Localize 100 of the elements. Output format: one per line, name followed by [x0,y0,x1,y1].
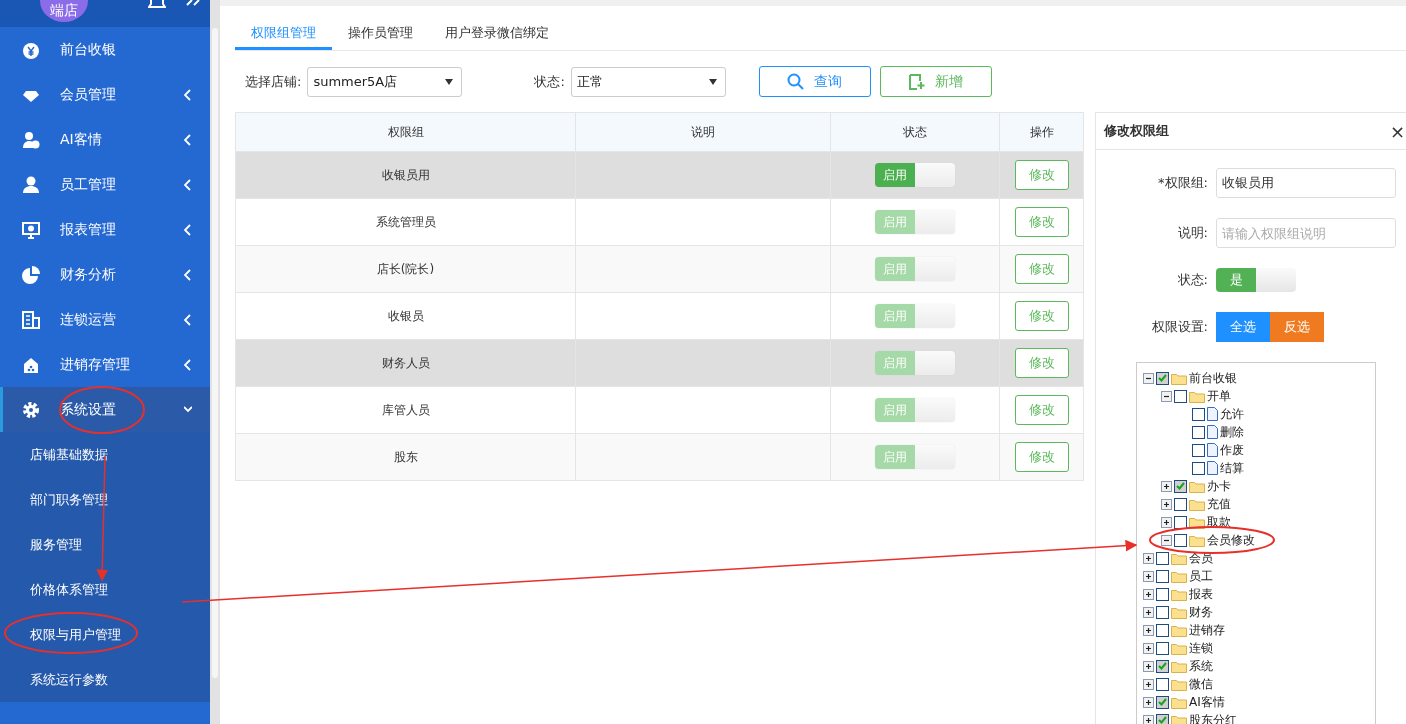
search-button[interactable]: 查询 [758,66,871,97]
checkbox[interactable] [1192,443,1205,457]
expand-toggle[interactable] [1143,660,1154,672]
tree-label[interactable]: 微信 [1189,675,1213,693]
field-label: 说明: [1176,224,1208,242]
collapse-toggle[interactable] [1161,534,1172,546]
checkbox[interactable] [1192,425,1205,439]
menu-item[interactable]: 系统设置 [0,387,210,432]
folder-icon [1189,479,1205,493]
checkbox[interactable] [1156,605,1169,619]
tree-label[interactable]: 允许 [1220,405,1244,423]
checkbox[interactable] [1156,587,1169,601]
expand-toggle[interactable] [1143,570,1154,582]
scrollbar-thumb[interactable] [212,28,218,678]
folder-icon [1171,641,1187,655]
expand-toggle[interactable] [1143,552,1154,564]
tree-label[interactable]: 删除 [1220,423,1244,441]
submenu-item[interactable]: 服务管理 [0,522,210,567]
collapse-toggle[interactable] [1161,390,1172,402]
expand-toggle[interactable] [1143,714,1154,724]
tree-label[interactable]: 会员 [1189,549,1213,567]
tree-label[interactable]: 报表 [1189,585,1213,603]
checkbox[interactable] [1156,569,1169,583]
expand-toggle[interactable] [1143,642,1154,654]
document-icon [1207,443,1218,457]
description-field[interactable]: 请输入权限组说明 [1216,218,1396,248]
expand-toggle[interactable] [1143,588,1154,600]
tree-label[interactable]: 连锁 [1189,639,1213,657]
tree-label[interactable]: AI客情 [1189,693,1225,711]
menu-item[interactable]: 前台收银 [0,27,210,72]
expand-toggle[interactable] [1143,678,1154,690]
submenu-item[interactable]: 系统运行参数 [0,657,210,702]
menu-item[interactable]: 员工管理 [0,162,210,207]
menu-item[interactable]: 会员管理 [0,72,210,117]
tab[interactable]: 用户登录微信绑定 [429,6,565,50]
tree-label[interactable]: 结算 [1220,459,1244,477]
checkbox[interactable] [1156,371,1169,385]
submenu-item[interactable]: 价格体系管理 [0,567,210,612]
checkbox[interactable] [1156,713,1169,724]
submenu-item[interactable]: 店铺基础数据 [0,432,210,477]
expand-toggle[interactable] [1161,498,1172,510]
tree-label[interactable]: 会员修改 [1207,531,1255,549]
field-label: 状态: [1176,271,1208,289]
expand-toggle[interactable] [1143,696,1154,708]
tab[interactable]: 操作员管理 [332,6,429,50]
close-button[interactable]: × [1389,120,1405,142]
tree-label[interactable]: 进销存 [1189,621,1225,639]
menu-item[interactable]: AI客情 [0,117,210,162]
tab[interactable]: 权限组管理 [235,6,332,50]
folder-icon [1171,569,1187,583]
tree-label[interactable]: 前台收银 [1189,369,1237,387]
pie-icon [21,264,41,285]
folder-icon [1171,713,1187,724]
table-cell: 店长(院长) [235,245,576,293]
tree-label[interactable]: 财务 [1189,603,1213,621]
chevron-icon [184,88,192,101]
field-label: 状态: [534,72,565,91]
tree-label[interactable]: 员工 [1189,567,1213,585]
checkbox[interactable] [1156,659,1169,673]
tree-label[interactable]: 充值 [1207,495,1231,513]
store-select[interactable]: summer5A店 [307,66,463,97]
checkbox[interactable] [1156,623,1169,637]
expand-toggle[interactable] [1161,480,1172,492]
tree-label[interactable]: 系统 [1189,657,1213,675]
tree-label[interactable]: 开单 [1207,387,1231,405]
menu-item[interactable]: 报表管理 [0,207,210,252]
checkbox[interactable] [1156,641,1169,655]
expand-toggle[interactable] [1143,606,1154,618]
chevron-icon [184,358,192,371]
checkbox[interactable] [1156,551,1169,565]
tree-label[interactable]: 办卡 [1207,477,1231,495]
table-cell: 系统管理员 [235,198,576,246]
field-label: *权限组: [1157,174,1208,192]
bell-icon[interactable] [148,0,166,10]
collapse-toggle[interactable] [1143,372,1154,384]
checkbox[interactable] [1192,407,1205,421]
checkbox[interactable] [1174,515,1187,529]
checkbox[interactable] [1192,461,1205,475]
menu-item[interactable]: 财务分析 [0,252,210,297]
folder-icon [1171,605,1187,619]
user-icon [21,174,41,195]
checkbox[interactable] [1156,695,1169,709]
avatar[interactable]: 端店 [40,0,88,22]
expand-toggle[interactable] [1161,516,1172,528]
tree-label[interactable]: 作废 [1220,441,1244,459]
checkbox[interactable] [1174,479,1187,493]
checkbox[interactable] [1174,533,1187,547]
panel-title: 修改权限组 [1104,122,1169,140]
menu-item[interactable]: 进销存管理 [0,342,210,387]
status-select[interactable]: 正常 [570,66,726,97]
menu-item[interactable]: 连锁运营 [0,297,210,342]
expand-toggle[interactable] [1143,624,1154,636]
group-name-field[interactable]: 收银员用 [1216,168,1396,198]
table-cell: 库管人员 [235,386,576,434]
submenu-item[interactable]: 权限与用户管理 [0,612,210,657]
chevron-icon [184,223,192,236]
checkbox[interactable] [1174,497,1187,511]
folder-icon [1171,371,1187,385]
checkbox[interactable] [1174,389,1187,403]
checkbox[interactable] [1156,677,1169,691]
